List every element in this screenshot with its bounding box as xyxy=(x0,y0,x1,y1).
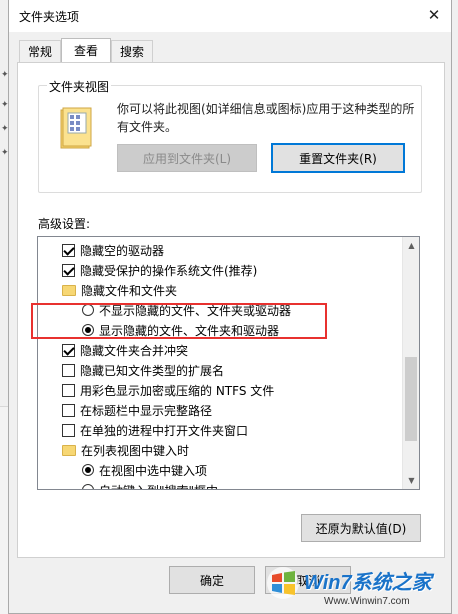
setting-label: 隐藏受保护的操作系统文件(推荐) xyxy=(80,263,258,278)
checkbox-checked[interactable] xyxy=(62,343,75,357)
checkbox-unchecked[interactable] xyxy=(62,383,75,397)
tab-general-label: 常规 xyxy=(27,45,52,59)
site-watermark: Win7系统之家 Www.Winwin7.com xyxy=(260,560,458,614)
setting-label: 在列表视图中键入时 xyxy=(81,443,190,458)
setting-row-folder: 在列表视图中键入时 xyxy=(38,440,402,460)
folder-icon xyxy=(62,284,76,296)
ok-label: 确定 xyxy=(199,573,224,588)
folder-views-group: 文件夹视图 你可以将此视图(如详细信息或图标)应用于这种类型的所 有文件夹。 应… xyxy=(38,78,422,193)
apply-to-folders-label: 应用到文件夹(L) xyxy=(142,151,232,166)
tab-search[interactable]: 搜索 xyxy=(111,40,153,62)
apply-to-folders-button[interactable]: 应用到文件夹(L) xyxy=(117,144,257,172)
setting-label: 在视图中选中键入项 xyxy=(99,463,208,478)
setting-row-checkbox[interactable]: 隐藏受保护的操作系统文件(推荐) xyxy=(38,260,402,280)
restore-defaults-label: 还原为默认值(D) xyxy=(315,521,407,536)
watermark-logo-text: Win7系统之家 xyxy=(304,572,432,594)
setting-row-checkbox[interactable]: 隐藏空的驱动器 xyxy=(38,240,402,260)
description-line: 你可以将此视图(如详细信息或图标)应用于这种类型的所 xyxy=(117,102,415,116)
scroll-up-icon[interactable]: ▲ xyxy=(403,237,419,254)
tab-general[interactable]: 常规 xyxy=(19,40,61,62)
checkbox-unchecked[interactable] xyxy=(62,403,75,417)
radio-selected[interactable] xyxy=(82,464,94,476)
setting-row-checkbox[interactable]: 在标题栏中显示完整路径 xyxy=(38,400,402,420)
setting-row-checkbox[interactable]: 用彩色显示加密或压缩的 NTFS 文件 xyxy=(38,380,402,400)
setting-label: 用彩色显示加密或压缩的 NTFS 文件 xyxy=(80,383,275,398)
tab-view-label: 查看 xyxy=(73,44,98,58)
setting-label: 隐藏已知文件类型的扩展名 xyxy=(80,363,225,378)
folder-icon xyxy=(62,444,76,456)
background-window-edge-right xyxy=(452,0,458,614)
reset-folders-label: 重置文件夹(R) xyxy=(299,151,377,166)
checkbox-checked[interactable] xyxy=(62,263,75,277)
setting-row-checkbox[interactable]: 隐藏已知文件类型的扩展名 xyxy=(38,360,402,380)
checkbox-checked[interactable] xyxy=(62,243,75,257)
setting-row-checkbox[interactable]: 隐藏文件夹合并冲突 xyxy=(38,340,402,360)
setting-label: 在标题栏中显示完整路径 xyxy=(80,403,213,418)
setting-row-radio[interactable]: 自动键入到"搜索"框中 xyxy=(38,480,402,490)
setting-label: 隐藏文件和文件夹 xyxy=(81,283,178,298)
windows-logo-icon xyxy=(267,567,299,599)
checkbox-unchecked[interactable] xyxy=(62,423,75,437)
annotation-highlight-box xyxy=(31,303,327,339)
setting-label: 在单独的进程中打开文件夹窗口 xyxy=(80,423,249,438)
watermark-url: Www.Winwin7.com xyxy=(324,596,410,607)
close-icon: ✕ xyxy=(427,6,441,24)
close-button[interactable]: ✕ xyxy=(417,0,451,30)
ok-button[interactable]: 确定 xyxy=(169,566,255,594)
tab-search-label: 搜索 xyxy=(119,45,144,59)
scroll-down-icon[interactable]: ▼ xyxy=(403,472,419,489)
tab-view[interactable]: 查看 xyxy=(61,38,111,62)
dialog-title: 文件夹选项 xyxy=(19,10,80,24)
setting-label: 自动键入到"搜索"框中 xyxy=(99,482,218,490)
title-bar: 文件夹选项 ✕ xyxy=(9,0,451,32)
setting-label: 隐藏空的驱动器 xyxy=(80,243,165,258)
folder-options-dialog: 文件夹选项 ✕ 常规 查看 搜索 文件夹视图 你可以将此视图(如详细信息或图标)… xyxy=(8,0,452,614)
scrollbar-thumb[interactable] xyxy=(405,357,417,441)
radio-unselected[interactable] xyxy=(82,484,94,489)
list-scrollbar[interactable]: ▲ ▼ xyxy=(402,237,419,489)
setting-row-radio[interactable]: 在视图中选中键入项 xyxy=(38,460,402,480)
folder-views-description: 你可以将此视图(如详细信息或图标)应用于这种类型的所 有文件夹。 xyxy=(117,100,417,136)
checkbox-unchecked[interactable] xyxy=(62,363,75,377)
folder-views-legend: 文件夹视图 xyxy=(47,78,112,95)
folder-view-icon xyxy=(60,107,92,149)
advanced-settings-label: 高级设置: xyxy=(38,217,91,231)
reset-folders-button[interactable]: 重置文件夹(R) xyxy=(271,143,405,173)
advanced-settings-list[interactable]: 隐藏空的驱动器 隐藏受保护的操作系统文件(推荐) 隐藏文件和文件夹 不显示隐藏的文件、… xyxy=(37,236,420,490)
setting-row-folder: 隐藏文件和文件夹 xyxy=(38,280,402,300)
setting-row-checkbox[interactable]: 在单独的进程中打开文件夹窗口 xyxy=(38,420,402,440)
setting-label: 隐藏文件夹合并冲突 xyxy=(80,343,189,358)
description-line: 有文件夹。 xyxy=(117,120,178,134)
restore-defaults-button[interactable]: 还原为默认值(D) xyxy=(301,514,421,542)
